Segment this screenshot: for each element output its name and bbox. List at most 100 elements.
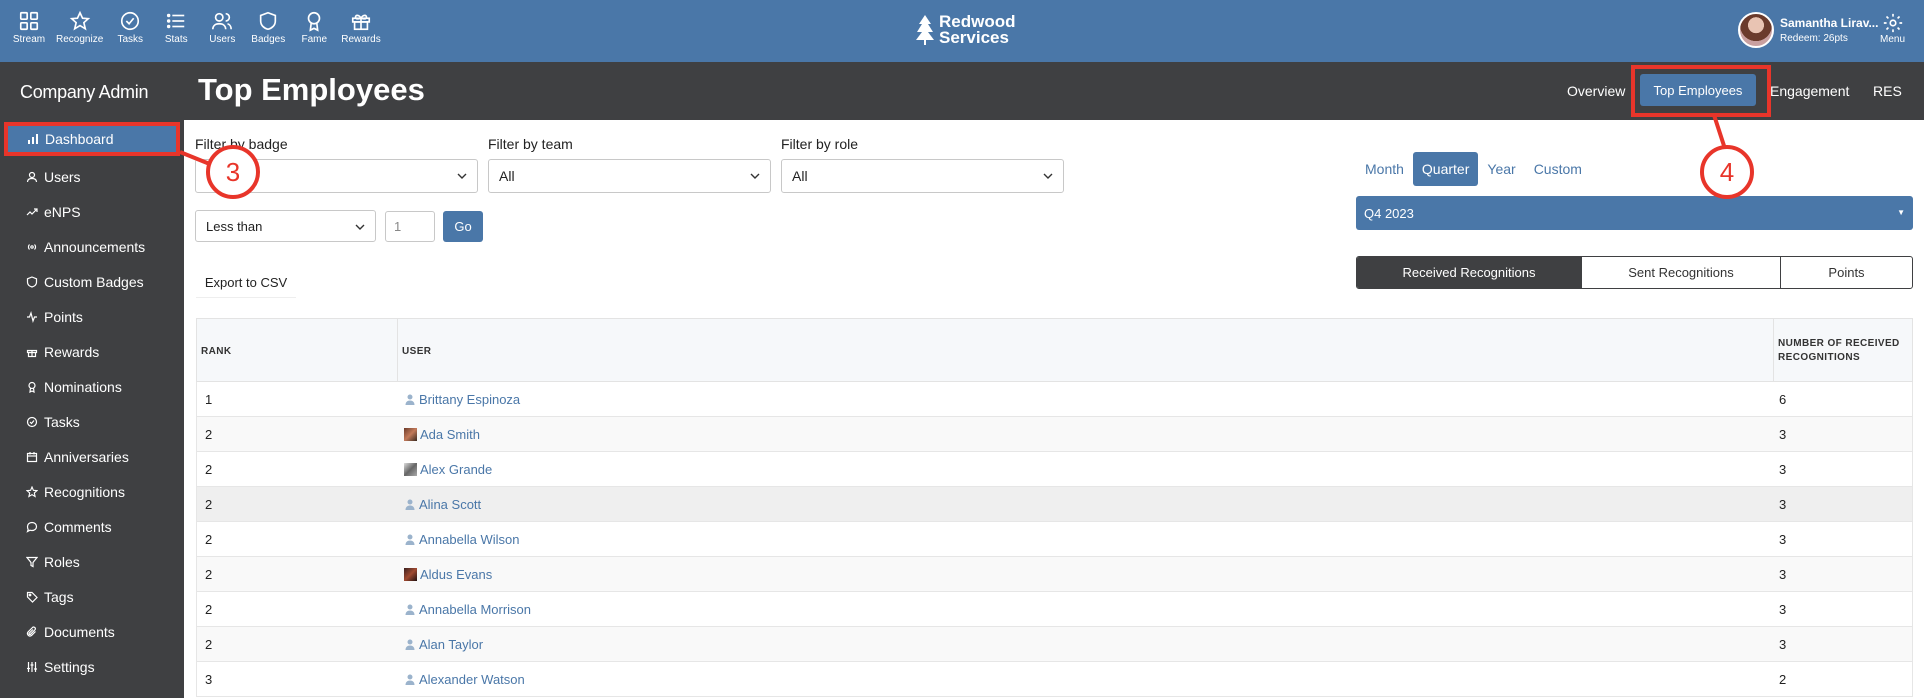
table-header: RANK USER NUMBER OF RECEIVED RECOGNITION…	[196, 318, 1913, 382]
sidebar-item-roles[interactable]: Roles	[0, 545, 184, 579]
period-tab-year[interactable]: Year	[1478, 152, 1524, 186]
user-cell[interactable]: Annabella Wilson	[404, 522, 519, 556]
count-cell: 3	[1779, 426, 1787, 442]
filter-team-select[interactable]: All	[488, 159, 771, 193]
tab-engagement[interactable]: Engagement	[1770, 62, 1849, 120]
sliders-icon	[27, 662, 37, 672]
sidebar-item-label: eNPS	[44, 204, 81, 220]
menu-label: Menu	[1880, 34, 1906, 45]
sidebar-item-points[interactable]: Points	[0, 300, 184, 334]
sidebar-item-enps[interactable]: eNPS	[0, 195, 184, 229]
nav-fame[interactable]: Fame	[295, 10, 333, 45]
period-tab-custom[interactable]: Custom	[1525, 152, 1591, 186]
sidebar-item-settings[interactable]: Settings	[0, 650, 184, 684]
user-cell[interactable]: Alexander Watson	[404, 662, 525, 696]
sidebar-item-custom-badges[interactable]: Custom Badges	[0, 265, 184, 299]
tab-res[interactable]: RES	[1873, 62, 1902, 120]
user-cell[interactable]: Ada Smith	[404, 417, 480, 451]
user-name: Annabella Wilson	[419, 531, 520, 547]
nav-rewards[interactable]: Rewards	[341, 10, 381, 45]
period-tab-quarter[interactable]: Quarter	[1412, 152, 1479, 186]
tree-icon	[916, 15, 934, 45]
export-csv-button[interactable]: Export to CSV	[196, 268, 296, 298]
sidebar-item-label: Documents	[44, 624, 115, 640]
filter-team-label: Filter by team	[488, 136, 573, 152]
filter-role-select[interactable]: All	[781, 159, 1064, 193]
nav-badges[interactable]: Badges	[249, 10, 287, 45]
brand-logo[interactable]: Redwood Services	[915, 13, 1016, 47]
user-placeholder-icon	[405, 674, 415, 685]
tab-top-employees[interactable]: Top Employees	[1640, 74, 1756, 106]
user-name: Ada Smith	[420, 426, 480, 442]
sidebar-item-recognitions[interactable]: Recognitions	[0, 475, 184, 509]
segment-sent-recognitions[interactable]: Sent Recognitions	[1582, 257, 1781, 288]
admin-sidebar: Company Admin Dashboard Users eNPS Annou…	[0, 62, 184, 698]
sidebar-item-announcements[interactable]: Announcements	[0, 230, 184, 264]
quarter-select[interactable]: Q4 2023 ▼	[1356, 196, 1913, 230]
sidebar-item-anniversaries[interactable]: Anniversaries	[0, 440, 184, 474]
nav-tasks[interactable]: Tasks	[111, 10, 149, 45]
user-name: Alan Taylor	[419, 636, 484, 652]
sidebar-item-tags[interactable]: Tags	[0, 580, 184, 614]
column-header-rank[interactable]: RANK	[197, 319, 232, 383]
nav-stream-label: Stream	[12, 34, 46, 45]
user-placeholder-icon	[405, 534, 415, 545]
recognition-type-toggle: Received Recognitions Sent Recognitions …	[1356, 256, 1913, 289]
user-cell[interactable]: Alina Scott	[404, 487, 481, 521]
sidebar-item-documents[interactable]: Documents	[0, 615, 184, 649]
menu-button[interactable]: Menu	[1880, 12, 1905, 45]
table-row: 1 Brittany Espinoza 6	[196, 382, 1913, 417]
filter-role-value: All	[792, 168, 808, 184]
nav-recognize[interactable]: Recognize	[56, 10, 103, 45]
page-title: Top Employees	[198, 72, 425, 107]
brand-name-line2: Services	[939, 28, 1009, 47]
column-header-count-line1: NUMBER OF RECEIVED	[1778, 338, 1900, 349]
nav-users-label: Users	[209, 34, 236, 45]
top-nav-items: Stream Recognize Tasks Stats Users Badge…	[10, 10, 389, 45]
tab-overview[interactable]: Overview	[1567, 62, 1625, 120]
table-row: 2 Annabella Wilson 3	[196, 522, 1913, 557]
user-cell[interactable]: Annabella Morrison	[404, 592, 531, 626]
nav-tasks-label: Tasks	[117, 34, 144, 45]
nav-stats[interactable]: Stats	[157, 10, 195, 45]
go-button[interactable]: Go	[443, 211, 483, 242]
top-navbar: Stream Recognize Tasks Stats Users Badge…	[0, 0, 1924, 62]
check-circle-icon	[121, 11, 140, 31]
user-cell[interactable]: Aldus Evans	[404, 557, 492, 591]
comparison-value: Less than	[206, 218, 263, 234]
user-cell[interactable]: Alan Taylor	[404, 627, 483, 661]
rank-cell: 2	[205, 531, 213, 547]
count-cell: 3	[1779, 601, 1787, 617]
user-photo-icon	[404, 427, 417, 441]
column-header-count[interactable]: NUMBER OF RECEIVED RECOGNITIONS	[1774, 319, 1900, 383]
column-header-user[interactable]: USER	[398, 319, 431, 383]
trend-icon	[26, 208, 38, 216]
sidebar-item-nominations[interactable]: Nominations	[0, 370, 184, 404]
callout-step-3: 3	[206, 145, 260, 199]
user-cell[interactable]: Alex Grande	[404, 452, 492, 486]
user-cell[interactable]: Brittany Espinoza	[404, 382, 520, 416]
period-tab-month[interactable]: Month	[1356, 152, 1413, 186]
list-icon	[167, 13, 185, 29]
table-row: 2 Alina Scott 3	[196, 487, 1913, 522]
sidebar-item-tasks[interactable]: Tasks	[0, 405, 184, 439]
table-row: 2 Annabella Morrison 3	[196, 592, 1913, 627]
sidebar-item-users[interactable]: Users	[0, 160, 184, 194]
count-input[interactable]: 1	[385, 211, 435, 242]
nav-stream[interactable]: Stream	[10, 10, 48, 45]
sidebar-item-rewards[interactable]: Rewards	[0, 335, 184, 369]
nav-users[interactable]: Users	[203, 10, 241, 45]
comparison-select[interactable]: Less than	[195, 210, 376, 242]
user-profile[interactable]: Samantha Lirav... Redeem: 26pts	[1738, 12, 1878, 48]
gear-icon	[1883, 13, 1902, 33]
rank-cell: 2	[205, 496, 213, 512]
callout-step-4: 4	[1700, 145, 1754, 199]
segment-points[interactable]: Points	[1781, 257, 1912, 288]
chevron-down-icon	[457, 173, 467, 179]
count-cell: 3	[1779, 496, 1787, 512]
chevron-down-icon	[1043, 173, 1053, 179]
sidebar-item-comments[interactable]: Comments	[0, 510, 184, 544]
sidebar-item-dashboard[interactable]: Dashboard	[4, 122, 180, 156]
segment-received-recognitions[interactable]: Received Recognitions	[1357, 257, 1582, 288]
count-cell: 3	[1779, 566, 1787, 582]
